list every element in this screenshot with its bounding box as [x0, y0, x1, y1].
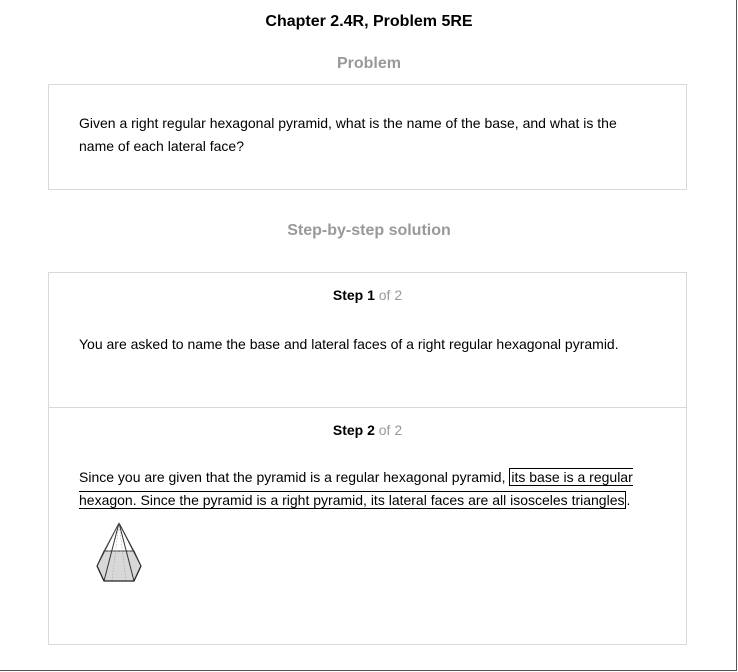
- step-1-count: of 2: [378, 287, 403, 303]
- step-2-text: Since you are given that the pyramid is …: [79, 466, 659, 512]
- step-1: Step 1 of 2 You are asked to name the ba…: [49, 273, 686, 408]
- solution-card: Step 1 of 2 You are asked to name the ba…: [48, 272, 687, 645]
- solution-heading: Step-by-step solution: [287, 222, 451, 239]
- problem-text: Given a right regular hexagonal pyramid,…: [79, 115, 617, 154]
- step-1-label: Step 1: [332, 287, 375, 303]
- step-2-text-end: .: [626, 492, 631, 508]
- step-1-header: Step 1 of 2: [49, 286, 686, 304]
- step-2: Step 2 of 2 Since you are given that the…: [49, 408, 686, 644]
- step-1-text: You are asked to name the base and later…: [79, 336, 619, 352]
- problem-heading: Problem: [336, 55, 401, 72]
- step-2-text-plain: Since you are given that the pyramid is …: [79, 469, 510, 485]
- step-2-count: of 2: [378, 422, 403, 438]
- page-title: Chapter 2.4R, Problem 5RE: [265, 13, 473, 30]
- hexagonal-pyramid-svg: [96, 522, 142, 582]
- problem-card: Given a right regular hexagonal pyramid,…: [48, 84, 687, 190]
- step-2-header: Step 2 of 2: [49, 421, 686, 439]
- hexagonal-pyramid-figure-icon: [94, 521, 146, 590]
- step-2-label: Step 2: [332, 422, 375, 438]
